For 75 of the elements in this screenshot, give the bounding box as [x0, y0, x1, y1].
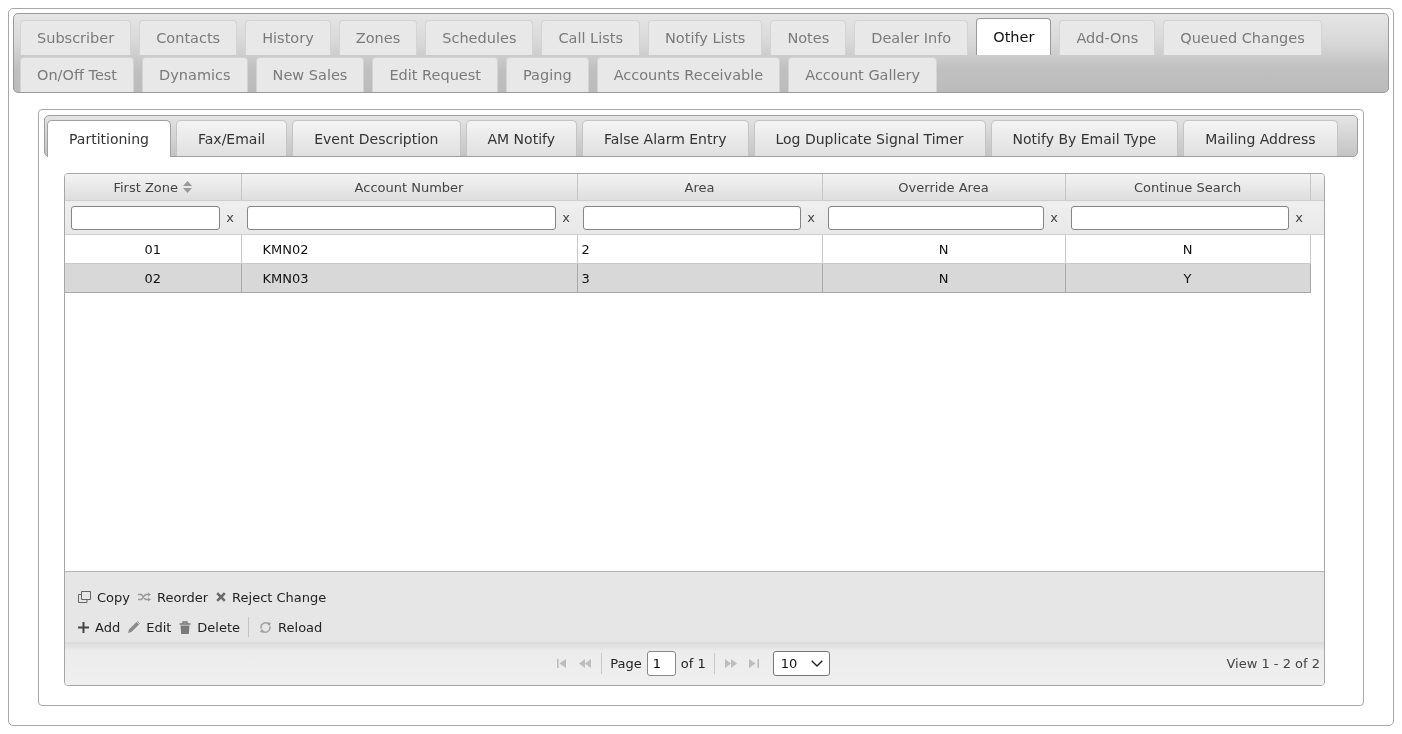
edit-button[interactable]: Edit	[128, 617, 172, 637]
tab[interactable]: Accounts Receivable	[596, 57, 781, 92]
tab[interactable]: Notes	[770, 20, 847, 55]
column-header[interactable]: Continue Search	[1065, 174, 1310, 201]
tab[interactable]: Dealer Info	[854, 20, 969, 55]
page-label: Page	[610, 656, 642, 671]
copy-button[interactable]: Copy	[78, 587, 130, 607]
reorder-button[interactable]: Reorder	[138, 587, 209, 607]
table-row[interactable]: 01 KMN02 2 N N	[65, 234, 1324, 264]
tab[interactable]: Subscriber	[20, 20, 132, 55]
reload-button[interactable]: Reload	[248, 617, 323, 637]
column-header[interactable]: Account Number	[241, 174, 577, 201]
clear-filter-button[interactable]: x	[1294, 210, 1304, 225]
delete-button[interactable]: Delete	[179, 617, 241, 637]
copy-icon	[78, 591, 91, 603]
tab[interactable]: Other	[976, 18, 1052, 55]
add-button[interactable]: Add	[78, 617, 121, 637]
tab[interactable]: AM Notify	[465, 120, 577, 156]
refresh-icon	[259, 620, 273, 634]
pencil-icon	[128, 621, 141, 633]
table-cell: N	[822, 263, 1065, 293]
tab[interactable]: New Sales	[255, 57, 365, 92]
filter-field[interactable]	[828, 205, 1044, 230]
tab[interactable]: Schedules	[425, 20, 534, 55]
plus-icon	[78, 621, 89, 633]
tab[interactable]: Notify By Email Type	[990, 120, 1179, 156]
tab[interactable]: Event Description	[292, 120, 461, 156]
table-cell: 2	[577, 234, 822, 264]
table-cell: KMN02	[241, 234, 577, 264]
table-cell: N	[822, 234, 1065, 264]
page-count-label: of 1	[680, 656, 706, 671]
tab[interactable]: Call Lists	[541, 20, 640, 55]
table-cell: N	[1065, 234, 1310, 264]
cross-icon	[216, 592, 227, 602]
column-header[interactable]: Override Area	[822, 174, 1065, 201]
table-cell: KMN03	[241, 263, 577, 293]
table-cell: 02	[65, 263, 241, 293]
clear-filter-button[interactable]: x	[1049, 210, 1059, 225]
filter-field[interactable]	[71, 205, 220, 230]
filter-field[interactable]	[1071, 205, 1289, 230]
tab[interactable]: Paging	[506, 57, 589, 92]
page-input[interactable]: 1	[646, 651, 676, 676]
table-row[interactable]: 02 KMN03 3 N Y	[65, 263, 1324, 293]
filter-field[interactable]	[583, 205, 801, 230]
tab[interactable]: Edit Request	[372, 57, 498, 92]
tab[interactable]: Contacts	[139, 20, 238, 55]
column-header[interactable]: First Zone	[65, 174, 241, 201]
column-header[interactable]: Area	[577, 174, 822, 201]
tab[interactable]: Notify Lists	[648, 20, 763, 55]
clear-filter-button[interactable]: x	[806, 210, 816, 225]
tab[interactable]: Mailing Address	[1183, 120, 1338, 156]
tab[interactable]: Partitioning	[47, 120, 171, 157]
clear-filter-button[interactable]: x	[225, 210, 235, 225]
table-cell: 3	[577, 263, 822, 293]
chevron-down-icon	[810, 660, 823, 667]
shuffle-icon	[138, 592, 151, 602]
tab[interactable]: Log Duplicate Signal Timer	[753, 120, 986, 156]
tab[interactable]: History	[245, 20, 331, 55]
tab[interactable]: Zones	[338, 20, 418, 55]
reject-button[interactable]: Reject Change	[216, 587, 327, 607]
tab[interactable]: On/Off Test	[20, 57, 135, 92]
tab[interactable]: Add-Ons	[1059, 20, 1156, 55]
table-cell: Y	[1065, 263, 1310, 293]
record-count-text: View 1 - 2 of 2	[1226, 656, 1320, 671]
tab[interactable]: Dynamics	[142, 57, 248, 92]
trash-icon	[179, 620, 192, 634]
tab[interactable]: Account Gallery	[788, 57, 938, 92]
clear-filter-button[interactable]: x	[561, 210, 571, 225]
filter-field[interactable]	[247, 205, 556, 230]
tab[interactable]: Queued Changes	[1163, 20, 1322, 55]
tab[interactable]: False Alarm Entry	[582, 120, 749, 156]
tab[interactable]: Fax/Email	[176, 120, 288, 156]
table-cell: 01	[65, 234, 241, 264]
page-size-select[interactable]: 10	[772, 651, 830, 676]
sort-icon	[183, 180, 193, 193]
